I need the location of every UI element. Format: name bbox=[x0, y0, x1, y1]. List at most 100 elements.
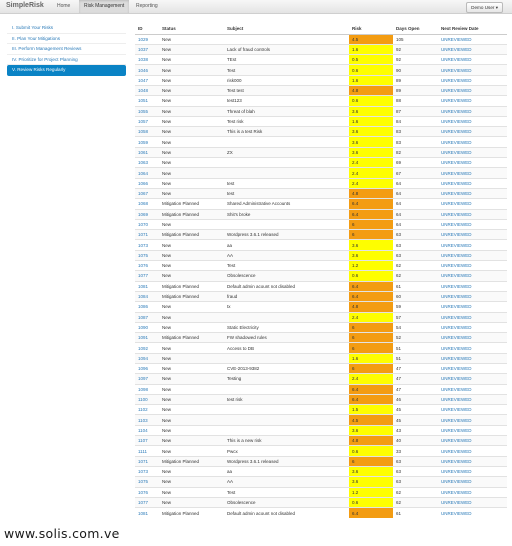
risk-id-link[interactable]: 1098 bbox=[138, 387, 148, 392]
tab-risk-management[interactable]: Risk Management bbox=[79, 0, 130, 13]
cell-next-review[interactable]: UNREVIEWED bbox=[438, 239, 507, 251]
cell-next-review[interactable]: UNREVIEWED bbox=[438, 198, 507, 210]
risk-id-link[interactable]: 1059 bbox=[138, 140, 148, 145]
cell-next-review[interactable]: UNREVIEWED bbox=[438, 64, 507, 76]
risk-id-link[interactable]: 1103 bbox=[138, 418, 148, 423]
cell-next-review[interactable]: UNREVIEWED bbox=[438, 167, 507, 179]
risk-id-link[interactable]: 1071 bbox=[138, 232, 148, 237]
cell-next-review[interactable]: UNREVIEWED bbox=[438, 404, 507, 415]
risk-id-link[interactable]: 1094 bbox=[138, 356, 148, 361]
risk-id-link[interactable]: 1086 bbox=[138, 304, 148, 309]
cell-next-review[interactable]: UNREVIEWED bbox=[438, 208, 507, 220]
risk-id-link[interactable]: 1084 bbox=[138, 294, 148, 299]
risk-id-link[interactable]: 1038 bbox=[138, 57, 148, 62]
cell-next-review[interactable]: UNREVIEWED bbox=[438, 126, 507, 137]
user-menu-button[interactable]: Demo User ▾ bbox=[466, 2, 503, 13]
risk-id-link[interactable]: 1058 bbox=[138, 129, 148, 134]
cell-next-review[interactable]: UNREVIEWED bbox=[438, 321, 507, 333]
risk-id-link[interactable]: 1081 bbox=[138, 511, 148, 516]
risk-id-link[interactable]: 1091 bbox=[138, 335, 148, 340]
risk-id-link[interactable]: 1076 bbox=[138, 263, 148, 268]
risk-id-link[interactable]: 1063 bbox=[138, 160, 148, 165]
risk-id-link[interactable]: 1090 bbox=[138, 325, 148, 330]
risk-id-link[interactable]: 1077 bbox=[138, 500, 148, 505]
tab-home[interactable]: Home bbox=[52, 0, 75, 13]
sidebar-item-prioritize-planning[interactable]: IV. Prioritize for Project Planning bbox=[7, 55, 126, 65]
risk-id-link[interactable]: 1055 bbox=[138, 109, 148, 114]
cell-next-review[interactable]: UNREVIEWED bbox=[438, 424, 507, 436]
cell-next-review[interactable]: UNREVIEWED bbox=[438, 260, 507, 271]
risk-id-link[interactable]: 1073 bbox=[138, 469, 148, 474]
cell-next-review[interactable]: UNREVIEWED bbox=[438, 105, 507, 117]
risk-id-link[interactable]: 1051 bbox=[138, 98, 148, 103]
cell-next-review[interactable]: UNREVIEWED bbox=[438, 465, 507, 477]
risk-id-link[interactable]: 1068 bbox=[138, 201, 148, 206]
risk-id-link[interactable]: 1087 bbox=[138, 315, 148, 320]
cell-next-review[interactable]: UNREVIEWED bbox=[438, 249, 507, 261]
cell-next-review[interactable]: UNREVIEWED bbox=[438, 414, 507, 426]
risk-id-link[interactable]: 1100 bbox=[138, 397, 148, 402]
cell-next-review[interactable]: UNREVIEWED bbox=[438, 383, 507, 395]
sidebar-item-submit-risks[interactable]: I. Submit Your Risks bbox=[7, 23, 126, 34]
risk-id-link[interactable]: 1092 bbox=[138, 346, 148, 351]
cell-next-review[interactable]: UNREVIEWED bbox=[438, 54, 507, 65]
cell-next-review[interactable]: UNREVIEWED bbox=[438, 445, 507, 457]
risk-id-link[interactable]: 1076 bbox=[138, 490, 148, 495]
cell-next-review[interactable]: UNREVIEWED bbox=[438, 157, 507, 168]
cell-next-review[interactable]: UNREVIEWED bbox=[438, 218, 507, 230]
sidebar-item-review-risks[interactable]: V. Review Risks Regularly bbox=[7, 65, 126, 76]
risk-id-link[interactable]: 1096 bbox=[138, 366, 148, 371]
risk-id-link[interactable]: 1066 bbox=[138, 181, 148, 186]
risk-id-link[interactable]: 1102 bbox=[138, 407, 148, 412]
cell-next-review[interactable]: UNREVIEWED bbox=[438, 362, 507, 374]
cell-next-review[interactable]: UNREVIEWED bbox=[438, 229, 507, 240]
sidebar-item-management-reviews[interactable]: III. Perform Management Reviews bbox=[7, 44, 126, 55]
cell-next-review[interactable]: UNREVIEWED bbox=[438, 486, 507, 498]
cell-next-review[interactable]: UNREVIEWED bbox=[438, 33, 507, 45]
risk-id-link[interactable]: 1057 bbox=[138, 119, 148, 124]
sidebar-item-plan-mitigations[interactable]: II. Plan Your Mitigations bbox=[7, 34, 126, 44]
risk-id-link[interactable]: 1107 bbox=[138, 438, 148, 443]
risk-id-link[interactable]: 1047 bbox=[138, 78, 148, 83]
risk-id-link[interactable]: 1071 bbox=[138, 459, 148, 464]
cell-next-review[interactable]: UNREVIEWED bbox=[438, 332, 507, 343]
risk-id-link[interactable]: 1075 bbox=[138, 479, 148, 484]
cell-next-review[interactable]: UNREVIEWED bbox=[438, 301, 507, 313]
risk-id-link[interactable]: 1111 bbox=[138, 449, 147, 454]
risk-id-link[interactable]: 1048 bbox=[138, 88, 148, 93]
cell-next-review[interactable]: UNREVIEWED bbox=[438, 342, 507, 354]
cell-next-review[interactable]: UNREVIEWED bbox=[438, 311, 507, 323]
cell-next-review[interactable]: UNREVIEWED bbox=[438, 476, 507, 488]
risk-id-link[interactable]: 1075 bbox=[138, 253, 148, 258]
cell-next-review[interactable]: UNREVIEWED bbox=[438, 136, 507, 148]
cell-next-review[interactable]: UNREVIEWED bbox=[438, 496, 507, 508]
cell-next-review[interactable]: UNREVIEWED bbox=[438, 280, 507, 292]
risk-id-link[interactable]: 1046 bbox=[138, 68, 148, 73]
risk-id-link[interactable]: 1029 bbox=[138, 37, 148, 42]
cell-next-review[interactable]: UNREVIEWED bbox=[438, 115, 507, 127]
cell-next-review[interactable]: UNREVIEWED bbox=[438, 177, 507, 189]
cell-next-review[interactable]: UNREVIEWED bbox=[438, 146, 507, 158]
cell-next-review[interactable]: UNREVIEWED bbox=[438, 95, 507, 107]
risk-id-link[interactable]: 1061 bbox=[138, 150, 148, 155]
risk-id-link[interactable]: 1073 bbox=[138, 243, 148, 248]
risk-id-link[interactable]: 1069 bbox=[138, 212, 148, 217]
risk-id-link[interactable]: 1077 bbox=[138, 273, 148, 278]
tab-reporting[interactable]: Reporting bbox=[131, 0, 163, 13]
brand-logo[interactable]: SimpleRisk bbox=[6, 2, 44, 9]
cell-next-review[interactable]: UNREVIEWED bbox=[438, 373, 507, 385]
cell-next-review[interactable]: UNREVIEWED bbox=[438, 352, 507, 364]
cell-next-review[interactable]: UNREVIEWED bbox=[438, 435, 507, 446]
cell-next-review[interactable]: UNREVIEWED bbox=[438, 270, 507, 282]
risk-id-link[interactable]: 1104 bbox=[138, 428, 148, 433]
cell-next-review[interactable]: UNREVIEWED bbox=[438, 43, 507, 55]
cell-next-review[interactable]: UNREVIEWED bbox=[438, 507, 507, 518]
cell-next-review[interactable]: UNREVIEWED bbox=[438, 187, 507, 199]
cell-next-review[interactable]: UNREVIEWED bbox=[438, 74, 507, 86]
cell-next-review[interactable]: UNREVIEWED bbox=[438, 290, 507, 302]
risk-id-link[interactable]: 1064 bbox=[138, 171, 148, 176]
risk-id-link[interactable]: 1070 bbox=[138, 222, 148, 227]
risk-id-link[interactable]: 1067 bbox=[138, 191, 148, 196]
risk-id-link[interactable]: 1081 bbox=[138, 284, 148, 289]
risk-id-link[interactable]: 1097 bbox=[138, 376, 148, 381]
